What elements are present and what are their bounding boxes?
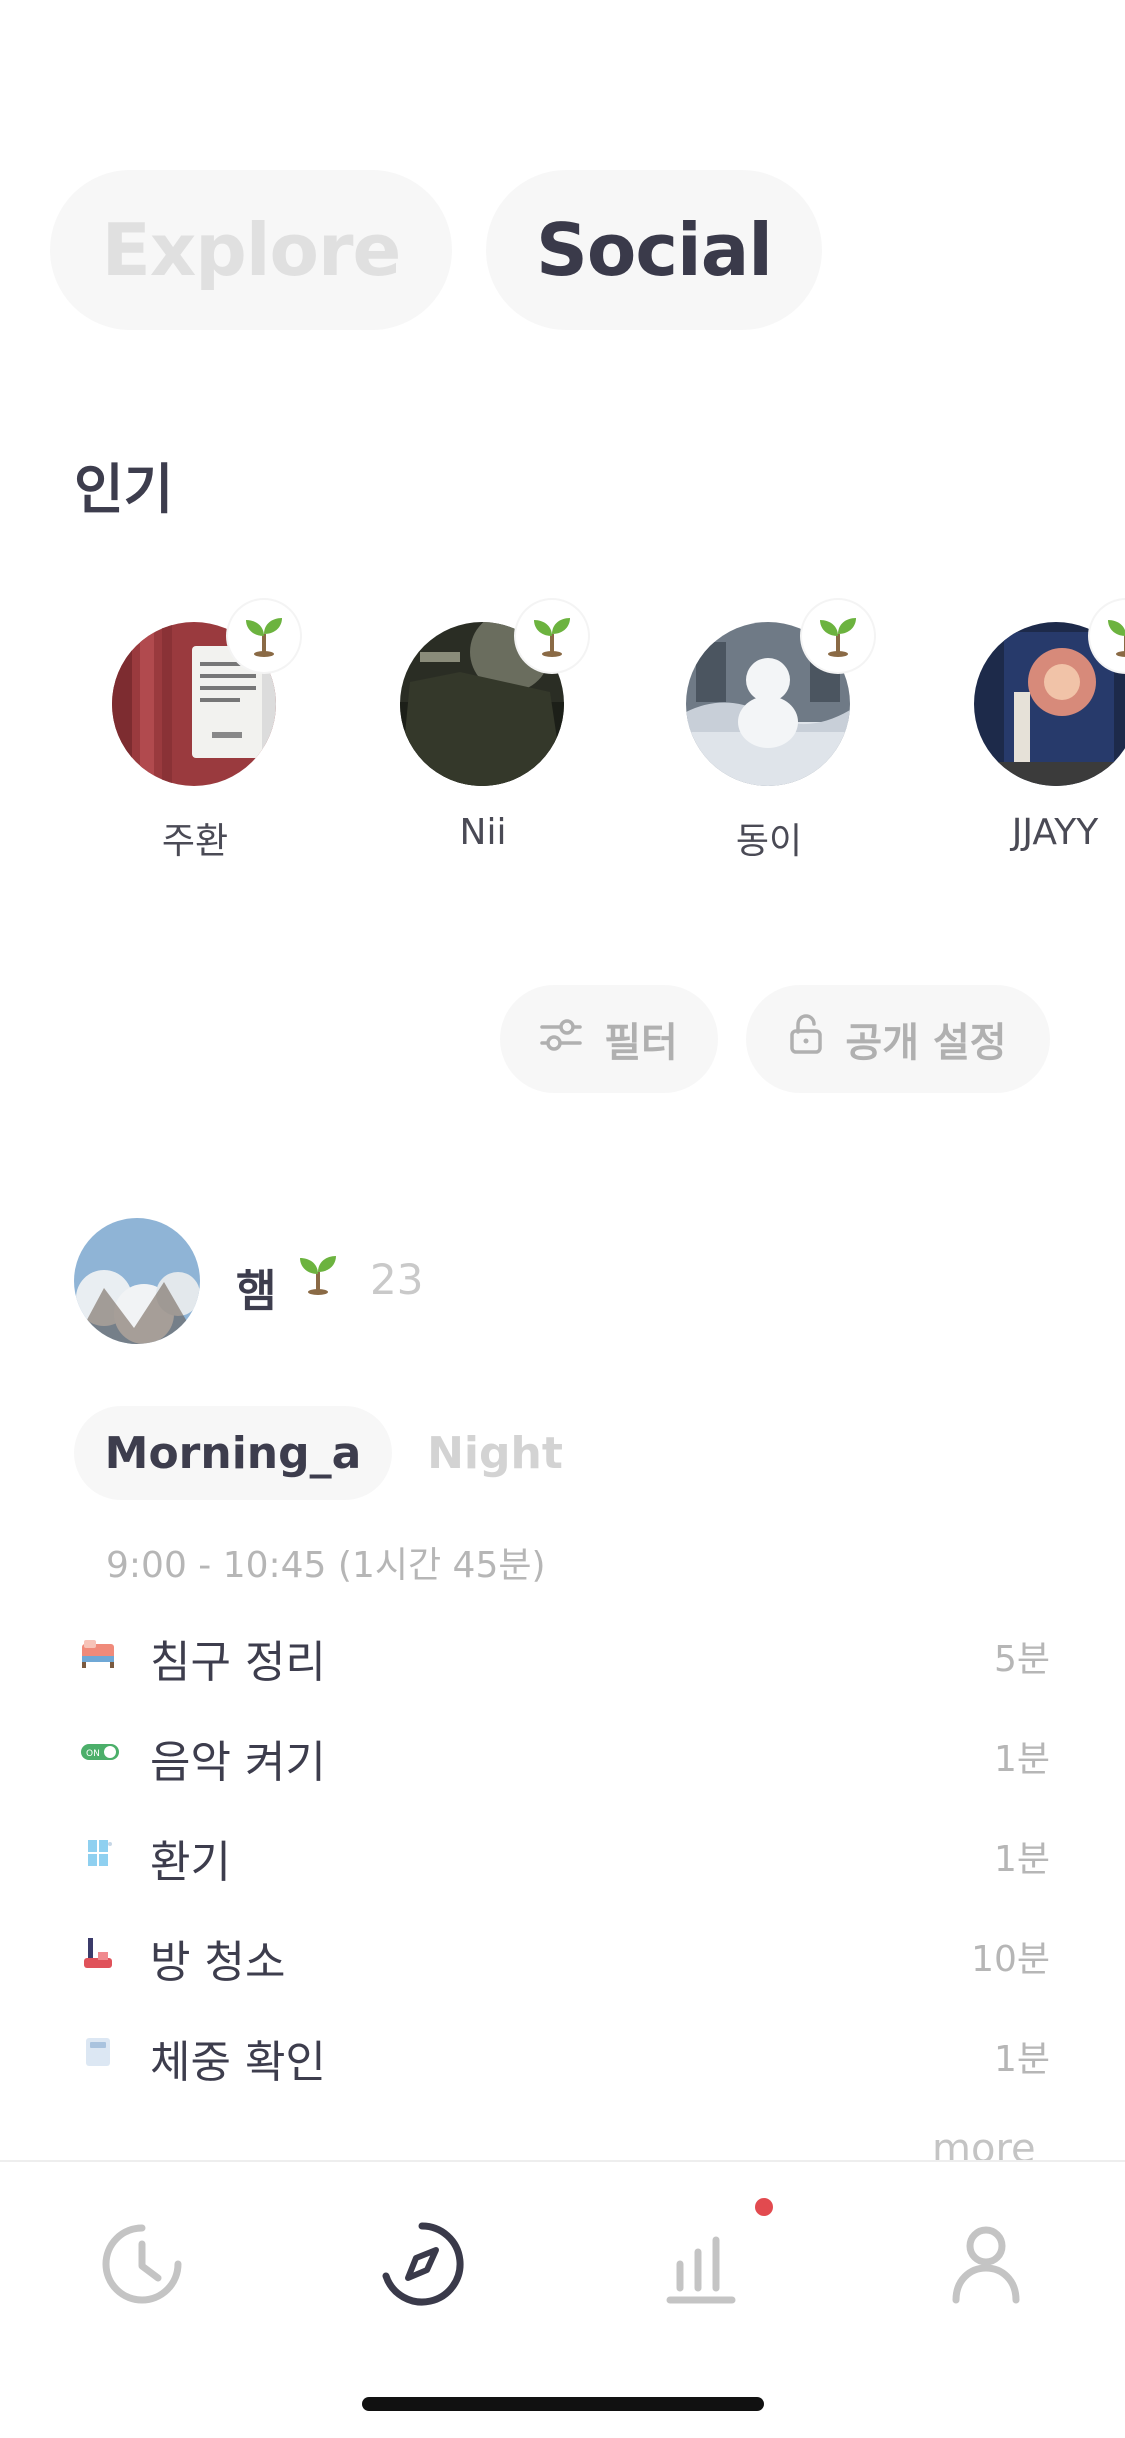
tab-explore[interactable]: Explore bbox=[50, 170, 452, 330]
list-item[interactable]: 체중 확인 1분 bbox=[74, 2012, 1050, 2092]
nav-profile[interactable] bbox=[936, 2216, 1036, 2316]
home-indicator bbox=[362, 2397, 764, 2411]
routine-time-range: 9:00 - 10:45 (1시간 45분) bbox=[106, 1545, 546, 1586]
list-item[interactable]: 방 청소 10분 bbox=[74, 1912, 1050, 1992]
vacuum-icon bbox=[80, 1934, 116, 1970]
tab-night-label: Night bbox=[427, 1427, 563, 1479]
tab-social-label: Social bbox=[536, 208, 773, 292]
task-duration: 10분 bbox=[971, 1939, 1050, 1980]
avatar[interactable] bbox=[74, 1218, 200, 1344]
popular-user-name: 동이 bbox=[735, 821, 803, 862]
window-icon bbox=[80, 1834, 116, 1870]
privacy-settings-button[interactable]: 공개 설정 bbox=[746, 985, 1050, 1093]
chart-icon bbox=[660, 2222, 744, 2310]
list-item[interactable]: 환기 1분 bbox=[74, 1812, 1050, 1892]
tab-explore-label: Explore bbox=[101, 208, 402, 292]
sliders-icon bbox=[540, 1016, 582, 1062]
compass-icon bbox=[378, 2220, 466, 2312]
popular-user-item[interactable]: 동이 bbox=[634, 600, 874, 870]
post-user-name: 햄 bbox=[236, 1266, 277, 1317]
popular-user-item[interactable]: 주환 bbox=[60, 600, 300, 870]
task-label: 방 청소 bbox=[150, 1937, 286, 1988]
sprout-icon bbox=[228, 600, 300, 672]
filter-button[interactable]: 필터 bbox=[500, 985, 718, 1093]
privacy-label: 공개 설정 bbox=[845, 1020, 1007, 1066]
tab-social[interactable]: Social bbox=[486, 170, 822, 330]
task-duration: 1분 bbox=[993, 1739, 1050, 1780]
unlock-icon bbox=[789, 1014, 823, 1064]
tab-morning[interactable]: Morning_a bbox=[74, 1406, 392, 1500]
tab-night[interactable]: Night bbox=[400, 1406, 590, 1500]
sprout-icon bbox=[296, 1252, 340, 1300]
task-duration: 1분 bbox=[993, 1839, 1050, 1880]
bed-icon bbox=[80, 1634, 116, 1670]
scale-icon bbox=[80, 2034, 116, 2070]
popular-user-name: Nii bbox=[459, 812, 507, 853]
popular-user-name: JJAYY bbox=[1011, 812, 1099, 853]
popular-user-name: 주환 bbox=[161, 821, 229, 862]
list-item[interactable]: ON 음악 켜기 1분 bbox=[74, 1712, 1050, 1792]
task-label: 음악 켜기 bbox=[150, 1737, 326, 1788]
popular-user-item[interactable]: JJAYY bbox=[922, 600, 1125, 870]
sprout-icon bbox=[802, 600, 874, 672]
notification-dot bbox=[755, 2198, 773, 2216]
profile-icon bbox=[944, 2222, 1028, 2310]
post-user-count: 23 bbox=[370, 1255, 424, 1304]
popular-users-list: 주환 Nii 동이 JJAYY bbox=[0, 600, 1125, 880]
sprout-icon bbox=[516, 600, 588, 672]
nav-stats[interactable] bbox=[652, 2216, 752, 2316]
clock-icon bbox=[100, 2222, 184, 2310]
popular-section-title: 인기 bbox=[74, 458, 174, 521]
task-label: 환기 bbox=[150, 1837, 231, 1888]
task-label: 침구 정리 bbox=[150, 1637, 326, 1688]
popular-user-item[interactable]: Nii bbox=[348, 600, 588, 870]
tab-morning-label: Morning_a bbox=[104, 1427, 362, 1479]
nav-history[interactable] bbox=[92, 2216, 192, 2316]
svg-text:ON: ON bbox=[86, 1749, 100, 1759]
list-item[interactable]: 침구 정리 5분 bbox=[74, 1612, 1050, 1692]
task-label: 체중 확인 bbox=[150, 2037, 326, 2088]
task-duration: 1분 bbox=[993, 2039, 1050, 2080]
filter-label: 필터 bbox=[604, 1020, 678, 1066]
task-duration: 5분 bbox=[993, 1639, 1050, 1680]
nav-explore[interactable] bbox=[372, 2216, 472, 2316]
toggle-on-icon: ON bbox=[80, 1734, 119, 1770]
